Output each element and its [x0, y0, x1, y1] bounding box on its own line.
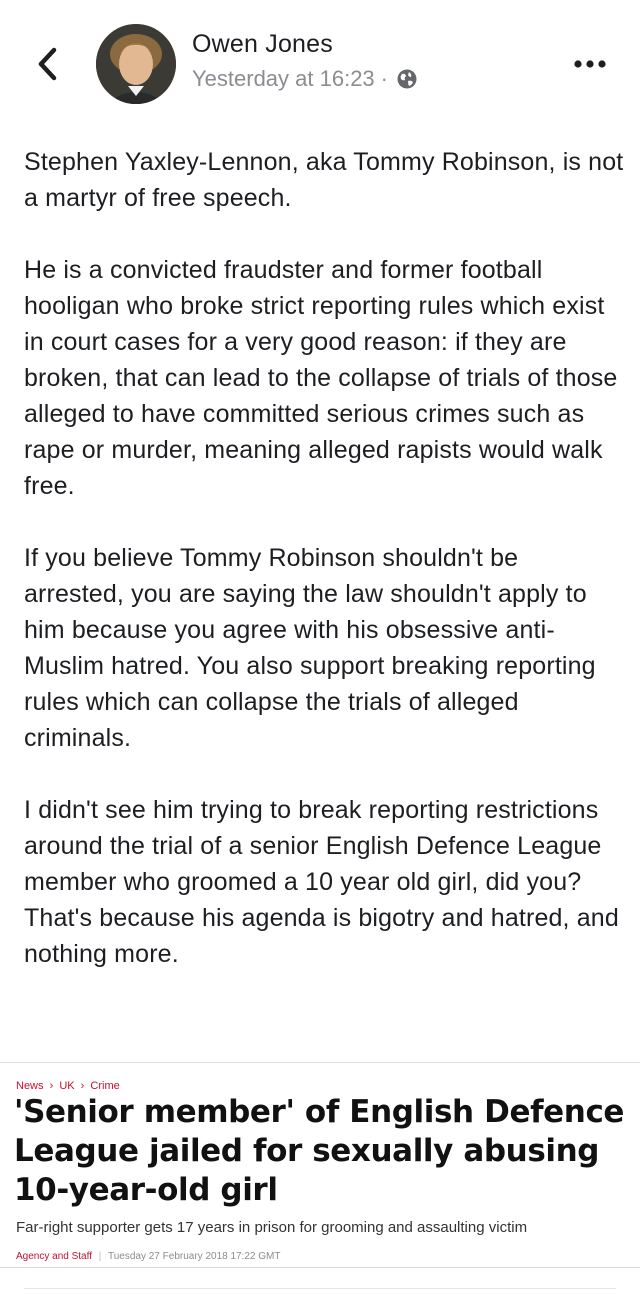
- post-text: Stephen Yaxley-Lennon, aka Tommy Robinso…: [24, 144, 624, 972]
- post-paragraph: If you believe Tommy Robinson shouldn't …: [24, 544, 596, 752]
- post-timestamp[interactable]: Yesterday at 16:23: [192, 66, 375, 92]
- breadcrumb: News › UK › Crime: [16, 1080, 120, 1092]
- more-options-button[interactable]: [570, 52, 610, 76]
- article-subheading: Far-right supporter gets 17 years in pri…: [16, 1219, 528, 1236]
- byline-author: Agency and Staff: [16, 1251, 92, 1262]
- breadcrumb-item: UK: [59, 1080, 75, 1092]
- post-page: Owen Jones Yesterday at 16:23 · Stephen …: [0, 0, 640, 1294]
- article-headline: 'Senior member' of English Defence Leagu…: [14, 1094, 625, 1208]
- byline-date: Tuesday 27 February 2018 17:22 GMT: [107, 1251, 281, 1262]
- post-meta: Yesterday at 16:23 ·: [192, 66, 418, 92]
- post-header: Owen Jones Yesterday at 16:23 ·: [0, 0, 640, 130]
- meta-separator: ·: [380, 66, 388, 91]
- link-preview-card[interactable]: News › UK › Crime 'Senior member' of Eng…: [0, 1062, 640, 1268]
- more-horizontal-icon: [574, 60, 606, 68]
- chevron-left-icon: [38, 47, 57, 81]
- breadcrumb-separator: ›: [49, 1080, 54, 1092]
- post-paragraph: I didn't see him trying to break reporti…: [24, 796, 619, 968]
- globe-icon: [397, 69, 417, 89]
- divider: [24, 1288, 616, 1289]
- post-paragraph: Stephen Yaxley-Lennon, aka Tommy Robinso…: [24, 148, 624, 212]
- author-name[interactable]: Owen Jones: [192, 30, 333, 59]
- breadcrumb-item: News: [16, 1080, 44, 1092]
- post-paragraph: He is a convicted fraudster and former f…: [24, 256, 618, 500]
- breadcrumb-separator: ›: [80, 1080, 85, 1092]
- byline-divider: |: [98, 1251, 102, 1262]
- avatar[interactable]: [96, 24, 176, 104]
- avatar-image: [96, 24, 176, 104]
- breadcrumb-item: Crime: [90, 1080, 120, 1092]
- article-byline: Agency and Staff | Tuesday 27 February 2…: [16, 1251, 280, 1262]
- back-button[interactable]: [30, 44, 64, 84]
